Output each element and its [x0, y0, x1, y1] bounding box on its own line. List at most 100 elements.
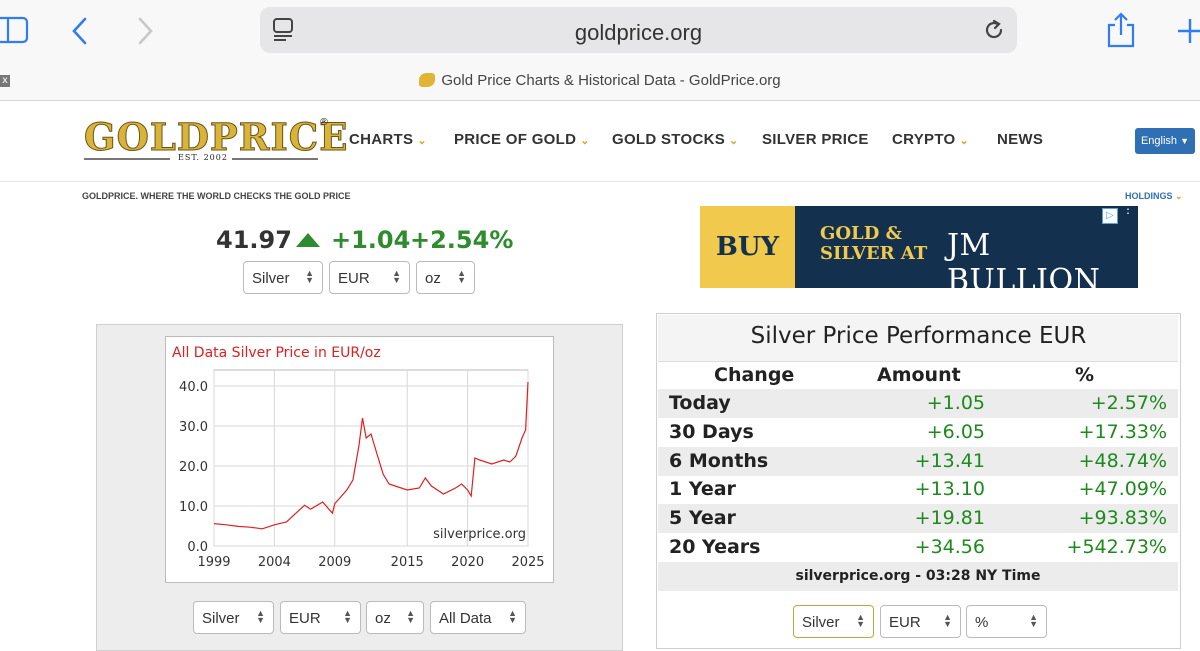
nav-gold-stocks[interactable]: GOLD STOCKS ⌄	[612, 131, 739, 148]
url-text: goldprice.org	[574, 20, 703, 45]
chevron-down-icon: ⌄	[959, 135, 970, 147]
metal-select[interactable]: Silver ▲ ▼	[243, 261, 323, 294]
chart-unit-select[interactable]: oz ▲ ▼	[366, 601, 424, 634]
performance-title: Silver Price Performance EUR	[750, 323, 1087, 349]
ad-menu-icon[interactable]: ⋮	[1122, 206, 1134, 215]
row-amount: +13.41	[914, 450, 985, 472]
logo-rule-right	[232, 158, 318, 160]
share-icon[interactable]	[1105, 12, 1137, 48]
chart-range-select[interactable]: All Data ▲ ▼	[430, 601, 526, 634]
address-bar[interactable]: goldprice.org	[260, 7, 1017, 53]
ad-banner[interactable]: BUY GOLD & SILVER AT JM BULLION ▷ ⋮	[700, 206, 1138, 288]
updown-arrows-icon: ▲ ▼	[1029, 612, 1038, 629]
holdings-link[interactable]: HOLDINGS ⌄	[1125, 191, 1183, 202]
header-amount: Amount	[877, 364, 961, 386]
header-change: Change	[714, 364, 795, 386]
nav-crypto[interactable]: CRYPTO ⌄	[892, 131, 969, 148]
x-tick-label: 1999	[197, 555, 230, 570]
tab-title[interactable]: Gold Price Charts & Historical Data - Go…	[0, 72, 1200, 89]
tab-title-text: Gold Price Charts & Historical Data - Go…	[441, 72, 781, 89]
adchoices-icon[interactable]: ▷	[1102, 208, 1118, 224]
updown-arrows-icon: ▲ ▼	[508, 608, 517, 625]
chart-metal-select[interactable]: Silver ▲ ▼	[193, 601, 274, 634]
y-tick-label: 30.0	[179, 420, 208, 435]
row-amount: +13.10	[914, 478, 985, 500]
plot-area	[213, 369, 529, 547]
row-amount: +1.05	[926, 392, 985, 414]
caret-down-icon: ▼	[1180, 136, 1190, 146]
unit-select[interactable]: oz ▲ ▼	[416, 261, 475, 294]
updown-arrows-icon: ▲ ▼	[392, 268, 401, 285]
row-label: 20 Years	[669, 536, 761, 558]
ad-brand: JM BULLION	[947, 228, 1101, 288]
site-logo[interactable]: GOLDPRICE ® EST. 2002	[83, 117, 348, 163]
updown-arrows-icon: ▲ ▼	[406, 608, 415, 625]
chart-watermark: silverprice.org	[433, 527, 526, 542]
nav-silver-price[interactable]: SILVER PRICE	[762, 131, 869, 148]
chevron-down-icon: ⌄	[417, 135, 427, 147]
up-arrow-icon	[296, 233, 320, 247]
row-pct: +542.73%	[1066, 536, 1167, 558]
new-tab-icon[interactable]	[1178, 16, 1200, 46]
chart-container: All Data Silver Price in EUR/oz 0.0 10.0 20…	[165, 336, 554, 583]
chart-title: All Data Silver Price in EUR/oz	[172, 345, 381, 361]
nav-price-of-gold[interactable]: PRICE OF GOLD ⌄	[454, 131, 590, 148]
price-change-pct: +2.54%	[410, 226, 514, 254]
y-tick-label: 0.0	[187, 540, 208, 555]
x-tick-label: 2025	[511, 555, 544, 570]
chart-currency-select[interactable]: EUR ▲ ▼	[280, 601, 361, 634]
x-tick-label: 2009	[318, 555, 351, 570]
y-tick-label: 40.0	[179, 380, 208, 395]
ad-buy: BUY	[700, 206, 795, 288]
logo-est: EST. 2002	[178, 153, 228, 162]
chevron-down-icon: ⌄	[580, 135, 590, 147]
forward-icon[interactable]	[135, 16, 155, 46]
back-icon[interactable]	[70, 16, 90, 46]
updown-arrows-icon: ▲ ▼	[256, 608, 265, 625]
table-row: 6 Months +13.41 +48.74%	[658, 447, 1178, 476]
reload-icon[interactable]	[982, 18, 1006, 42]
ad-tagline: GOLD & SILVER AT	[820, 223, 928, 264]
row-pct: +48.74%	[1078, 450, 1167, 472]
language-select[interactable]: English ▼	[1135, 128, 1195, 154]
table-row: Today +1.05 +2.57%	[658, 389, 1178, 418]
chevron-down-icon: ⌄	[729, 135, 739, 147]
nav-news[interactable]: NEWS	[997, 131, 1043, 148]
y-tick-label: 20.0	[179, 460, 208, 475]
row-pct: +93.83%	[1078, 507, 1167, 529]
row-amount: +6.05	[926, 421, 985, 443]
row-amount: +19.81	[914, 507, 985, 529]
updown-arrows-icon: ▲ ▼	[856, 612, 865, 629]
chevron-down-icon: ⌄	[1175, 191, 1183, 201]
price-chart: All Data Silver Price in EUR/oz 0.0 10.0 20…	[172, 345, 545, 570]
table-row: 20 Years +34.56 +542.73%	[658, 533, 1178, 562]
row-pct: +2.57%	[1090, 392, 1167, 414]
nav-charts[interactable]: CHARTS ⌄	[349, 131, 427, 148]
row-amount: +34.56	[914, 536, 985, 558]
row-label: Today	[669, 392, 731, 414]
perf-unit-select[interactable]: % ▲ ▼	[966, 605, 1047, 638]
currency-select[interactable]: EUR ▲ ▼	[329, 261, 410, 294]
updown-arrows-icon: ▲ ▼	[305, 268, 314, 285]
row-pct: +17.33%	[1078, 421, 1167, 443]
row-label: 6 Months	[669, 450, 769, 472]
sidebar-toggle-icon[interactable]	[0, 16, 30, 44]
tab-bar: x Gold Price Charts & Historical Data - …	[0, 66, 1200, 96]
logo-rule-left	[84, 158, 170, 160]
price-value: 41.97	[216, 226, 292, 254]
row-pct: +47.09%	[1078, 478, 1167, 500]
row-label: 5 Year	[669, 507, 736, 529]
updown-arrows-icon: ▲ ▼	[457, 268, 466, 285]
row-label: 30 Days	[669, 421, 754, 443]
table-row: 1 Year +13.10 +47.09%	[658, 475, 1178, 504]
table-row: 30 Days +6.05 +17.33%	[658, 418, 1178, 447]
perf-currency-select[interactable]: EUR ▲ ▼	[880, 605, 961, 638]
table-row: 5 Year +19.81 +93.83%	[658, 504, 1178, 533]
x-tick-label: 2020	[451, 555, 484, 570]
perf-metal-select[interactable]: Silver ▲ ▼	[793, 605, 874, 638]
updown-arrows-icon: ▲ ▼	[943, 612, 952, 629]
row-label: 1 Year	[669, 478, 736, 500]
tagline: GOLDPRICE. WHERE THE WORLD CHECKS THE GO…	[82, 191, 351, 201]
favicon-icon	[419, 73, 436, 87]
x-tick-label: 2015	[391, 555, 424, 570]
